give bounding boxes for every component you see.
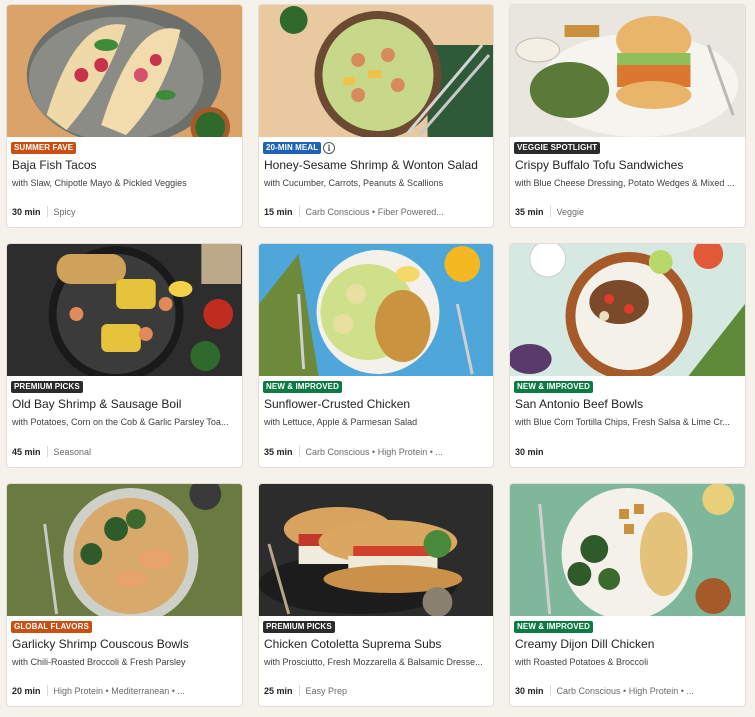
recipe-title[interactable]: Creamy Dijon Dill Chicken xyxy=(515,637,741,651)
recipe-card[interactable]: PREMIUM PICKS Old Bay Shrimp & Sausage B… xyxy=(6,243,243,468)
recipe-photo xyxy=(510,484,745,616)
recipe-meta: 35 min Veggie xyxy=(515,206,741,217)
recipe-meta: 25 min Easy Prep xyxy=(264,685,489,696)
recipe-title[interactable]: Baja Fish Tacos xyxy=(12,158,238,172)
recipe-subtitle: with Blue Corn Tortilla Chips, Fresh Sal… xyxy=(515,417,730,427)
recipe-tags: Seasonal xyxy=(53,446,92,457)
recipe-card[interactable]: GLOBAL FLAVORS Garlicky Shrimp Couscous … xyxy=(6,483,243,707)
divider xyxy=(298,206,300,217)
recipe-photo xyxy=(259,5,493,137)
recipe-subtitle: with Lettuce, Apple & Parmesan Salad xyxy=(264,417,418,427)
badge: NEW & IMPROVED xyxy=(514,381,593,393)
recipe-photo xyxy=(510,5,745,137)
recipe-card[interactable]: NEW & IMPROVED Sunflower-Crusted Chicken… xyxy=(258,243,494,468)
recipe-card[interactable]: VEGGIE SPOTLIGHT Crispy Buffalo Tofu San… xyxy=(509,4,746,228)
cook-time: 35 min xyxy=(515,206,544,217)
recipe-meta: 35 min Carb Conscious • High Protein • .… xyxy=(264,446,489,457)
recipe-photo xyxy=(7,5,242,137)
divider xyxy=(298,685,300,696)
recipe-subtitle: with Prosciutto, Fresh Mozzarella & Bals… xyxy=(264,657,483,667)
recipe-tags: Veggie xyxy=(556,206,585,217)
cook-time: 35 min xyxy=(264,446,293,457)
recipe-card[interactable]: NEW & IMPROVED San Antonio Beef Bowls wi… xyxy=(509,243,746,468)
recipe-card[interactable]: NEW & IMPROVED Creamy Dijon Dill Chicken… xyxy=(509,483,746,707)
recipe-title[interactable]: Sunflower-Crusted Chicken xyxy=(264,397,489,411)
badge: NEW & IMPROVED xyxy=(263,381,342,393)
recipe-card[interactable]: SUMMER FAVE Baja Fish Tacos with Slaw, C… xyxy=(6,4,243,228)
recipe-subtitle: with Slaw, Chipotle Mayo & Pickled Veggi… xyxy=(12,178,187,188)
recipe-tags: High Protein • Mediterranean • ... xyxy=(53,685,185,696)
recipe-meta: 20 min High Protein • Mediterranean • ..… xyxy=(12,685,238,696)
recipe-title[interactable]: Chicken Cotoletta Suprema Subs xyxy=(264,637,489,651)
recipe-photo xyxy=(510,244,745,376)
recipe-subtitle: with Potatoes, Corn on the Cob & Garlic … xyxy=(12,417,229,427)
divider xyxy=(549,206,551,217)
divider xyxy=(46,685,48,696)
badge: NEW & IMPROVED xyxy=(514,621,593,633)
badge: 20-MIN MEAL xyxy=(263,142,322,154)
recipe-tags: Spicy xyxy=(53,206,76,217)
recipe-meta: 30 min Spicy xyxy=(12,206,238,217)
recipe-card[interactable]: PREMIUM PICKS Chicken Cotoletta Suprema … xyxy=(258,483,494,707)
recipe-meta: 15 min Carb Conscious • Fiber Powered... xyxy=(264,206,489,217)
cook-time: 25 min xyxy=(264,685,293,696)
recipe-photo xyxy=(7,484,242,616)
divider xyxy=(549,685,551,696)
recipe-title[interactable]: Garlicky Shrimp Couscous Bowls xyxy=(12,637,238,651)
recipe-title[interactable]: Crispy Buffalo Tofu Sandwiches xyxy=(515,158,741,172)
cook-time: 30 min xyxy=(515,447,544,457)
recipe-title[interactable]: Old Bay Shrimp & Sausage Boil xyxy=(12,397,238,411)
recipe-tags: Carb Conscious • High Protein • ... xyxy=(305,446,443,457)
divider xyxy=(46,446,48,457)
badge: VEGGIE SPOTLIGHT xyxy=(514,142,601,154)
recipe-tags: Carb Conscious • High Protein • ... xyxy=(556,685,694,696)
divider xyxy=(298,446,300,457)
recipe-tags: Carb Conscious • Fiber Powered... xyxy=(305,206,444,217)
recipe-meta: 30 min Carb Conscious • High Protein • .… xyxy=(515,685,741,696)
recipe-photo xyxy=(7,244,242,376)
recipe-subtitle: with Blue Cheese Dressing, Potato Wedges… xyxy=(515,178,735,188)
cook-time: 30 min xyxy=(12,206,41,217)
cook-time: 15 min xyxy=(264,206,293,217)
recipe-subtitle: with Chili-Roasted Broccoli & Fresh Pars… xyxy=(12,657,186,667)
recipe-meta: 45 min Seasonal xyxy=(12,446,238,457)
recipe-tags: Easy Prep xyxy=(305,685,348,696)
info-icon[interactable]: i xyxy=(323,142,335,154)
badge: PREMIUM PICKS xyxy=(263,621,335,633)
badge: SUMMER FAVE xyxy=(11,142,77,154)
recipe-card[interactable]: 20-MIN MEAL i Honey-Sesame Shrimp & Wont… xyxy=(258,4,494,228)
recipe-grid: SUMMER FAVE Baja Fish Tacos with Slaw, C… xyxy=(0,0,755,717)
cook-time: 45 min xyxy=(12,446,41,457)
recipe-subtitle: with Cucumber, Carrots, Peanuts & Scalli… xyxy=(264,178,444,188)
cook-time: 20 min xyxy=(12,685,41,696)
divider xyxy=(46,206,48,217)
recipe-meta: 30 min xyxy=(515,447,741,457)
recipe-title[interactable]: San Antonio Beef Bowls xyxy=(515,397,741,411)
cook-time: 30 min xyxy=(515,685,544,696)
recipe-title[interactable]: Honey-Sesame Shrimp & Wonton Salad xyxy=(264,158,489,172)
badge: PREMIUM PICKS xyxy=(11,381,83,393)
badge: GLOBAL FLAVORS xyxy=(11,621,92,633)
recipe-photo xyxy=(259,244,493,376)
recipe-photo xyxy=(259,484,493,616)
recipe-subtitle: with Roasted Potatoes & Broccoli xyxy=(515,657,649,667)
